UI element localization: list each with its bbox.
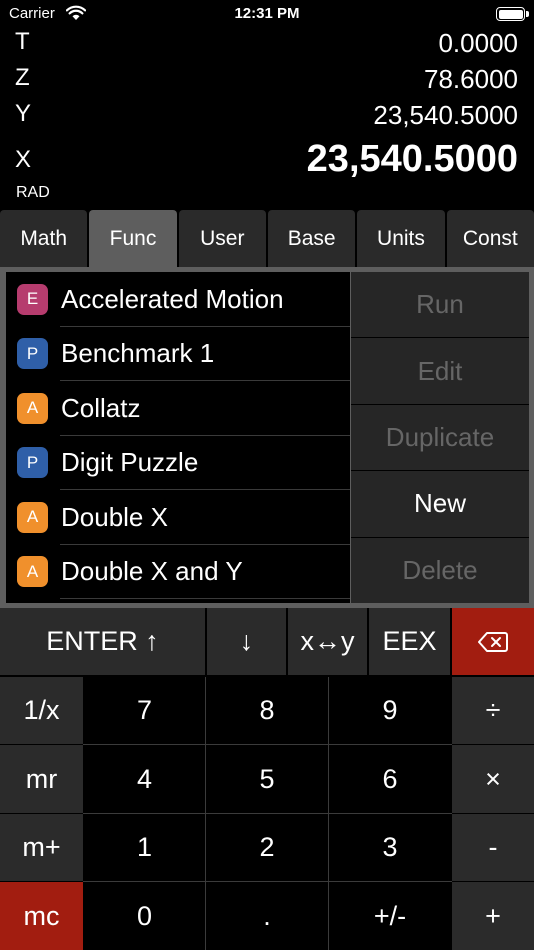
digit-8-button[interactable]: 8 bbox=[206, 677, 328, 744]
program-type-badge: A bbox=[17, 501, 48, 533]
run-button[interactable]: Run bbox=[351, 272, 529, 338]
stack-register-y: Y 23,540.5000 bbox=[0, 100, 534, 136]
list-item[interactable]: P Digit Puzzle bbox=[6, 436, 350, 491]
angle-mode-indicator: RAD bbox=[16, 184, 50, 201]
tab-units[interactable]: Units bbox=[357, 210, 445, 267]
swap-xy-button[interactable]: x↔y bbox=[288, 608, 367, 675]
keypad: ENTER ↑ ↓ x↔y EEX 1/x 7 8 9 ÷ mr 4 5 6 ×… bbox=[0, 608, 534, 950]
register-t-label: T bbox=[15, 28, 30, 55]
new-button[interactable]: New bbox=[351, 471, 529, 537]
list-item[interactable]: A Double X bbox=[6, 490, 350, 545]
backspace-button[interactable] bbox=[452, 608, 534, 675]
program-name: Accelerated Motion bbox=[61, 283, 284, 314]
tab-math[interactable]: Math bbox=[0, 210, 88, 267]
digit-9-button[interactable]: 9 bbox=[329, 677, 451, 744]
enter-button[interactable]: ENTER ↑ bbox=[0, 608, 205, 675]
change-sign-button[interactable]: +/- bbox=[329, 882, 451, 950]
memory-recall-button[interactable]: mr bbox=[0, 745, 83, 813]
program-list[interactable]: E Accelerated Motion P Benchmark 1 A Col… bbox=[6, 272, 350, 603]
memory-clear-button[interactable]: mc bbox=[0, 882, 83, 950]
multiply-button[interactable]: × bbox=[452, 745, 534, 813]
stack-register-x: X 23,540.5000 bbox=[0, 138, 534, 184]
tab-user[interactable]: User bbox=[178, 210, 266, 267]
add-button[interactable]: + bbox=[452, 882, 534, 950]
clock: 12:31 PM bbox=[234, 5, 300, 22]
keypad-divider bbox=[83, 881, 452, 882]
function-tabs: Math Func User Base Units Const bbox=[0, 210, 534, 267]
register-z-label: Z bbox=[15, 64, 30, 91]
program-type-badge: E bbox=[17, 283, 48, 315]
digit-3-button[interactable]: 3 bbox=[329, 814, 451, 881]
tab-const[interactable]: Const bbox=[446, 210, 534, 267]
roll-down-button[interactable]: ↓ bbox=[207, 608, 286, 675]
list-item[interactable]: E Accelerated Motion bbox=[6, 272, 350, 327]
duplicate-button[interactable]: Duplicate bbox=[351, 404, 529, 471]
program-name: Double X and Y bbox=[61, 556, 243, 587]
eex-button[interactable]: EEX bbox=[369, 608, 450, 675]
backspace-icon bbox=[478, 631, 508, 652]
divide-button[interactable]: ÷ bbox=[452, 677, 534, 744]
list-item[interactable]: A Double X and Y bbox=[6, 545, 350, 600]
program-type-badge: P bbox=[17, 338, 48, 370]
edit-button[interactable]: Edit bbox=[351, 338, 529, 404]
func-panel: E Accelerated Motion P Benchmark 1 A Col… bbox=[0, 267, 534, 608]
program-name: Benchmark 1 bbox=[61, 338, 215, 369]
status-bar: Carrier 12:31 PM bbox=[0, 0, 534, 28]
tab-func[interactable]: Func bbox=[89, 210, 177, 267]
register-y-label: Y bbox=[15, 100, 32, 127]
battery-cap bbox=[526, 11, 529, 17]
register-x-label: X bbox=[15, 146, 32, 173]
program-actions: Run Edit Duplicate New Delete bbox=[351, 272, 529, 604]
digit-2-button[interactable]: 2 bbox=[206, 814, 328, 881]
register-x-value: 23,540.5000 bbox=[306, 138, 518, 180]
digit-1-button[interactable]: 1 bbox=[84, 814, 205, 881]
register-z-value: 78.6000 bbox=[424, 64, 518, 94]
register-y-value: 23,540.5000 bbox=[373, 100, 518, 130]
keypad-divider bbox=[83, 813, 452, 814]
list-item[interactable]: P Benchmark 1 bbox=[6, 327, 350, 382]
stack-register-z: Z 78.6000 bbox=[0, 64, 534, 100]
battery-icon bbox=[496, 7, 525, 21]
register-t-value: 0.0000 bbox=[438, 28, 518, 58]
program-type-badge: A bbox=[17, 392, 48, 424]
delete-button[interactable]: Delete bbox=[351, 537, 529, 604]
digit-7-button[interactable]: 7 bbox=[84, 677, 205, 744]
program-type-badge: A bbox=[17, 556, 48, 588]
digit-5-button[interactable]: 5 bbox=[206, 745, 328, 813]
digit-0-button[interactable]: 0 bbox=[84, 882, 205, 950]
digit-4-button[interactable]: 4 bbox=[84, 745, 205, 813]
stack-register-t: T 0.0000 bbox=[0, 28, 534, 64]
tab-base[interactable]: Base bbox=[267, 210, 356, 267]
digit-6-button[interactable]: 6 bbox=[329, 745, 451, 813]
program-name: Collatz bbox=[61, 392, 141, 423]
keypad-divider bbox=[83, 744, 452, 745]
reciprocal-button[interactable]: 1/x bbox=[0, 677, 83, 744]
decimal-button[interactable]: . bbox=[206, 882, 328, 950]
program-name: Digit Puzzle bbox=[61, 447, 199, 478]
memory-add-button[interactable]: m+ bbox=[0, 814, 83, 881]
program-name: Double X bbox=[61, 501, 168, 532]
program-type-badge: P bbox=[17, 447, 48, 479]
list-item[interactable]: A Collatz bbox=[6, 381, 350, 436]
subtract-button[interactable]: - bbox=[452, 814, 534, 881]
